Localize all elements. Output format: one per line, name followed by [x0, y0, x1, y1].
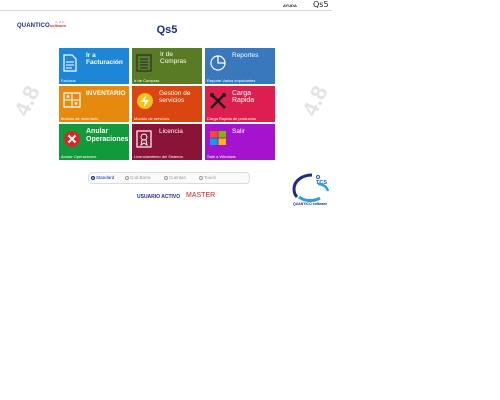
quantico-logo-text: QUANTICO software: [293, 202, 328, 206]
app-code-label: Qs5: [313, 0, 329, 9]
tile-caption: Ir de Compras: [134, 78, 160, 83]
tile-title: INVENTARIO: [86, 90, 126, 97]
mode-selector: Standard Cod.Barra Cuentas Touch TCS: [88, 172, 327, 186]
tile-facturacion[interactable]: Ir a Facturación Facturar: [59, 48, 129, 84]
document-icon: [63, 54, 77, 72]
tile-carga-rapida[interactable]: Carga Rapida Carga Rapida de productos: [205, 86, 275, 122]
brand-version: 4 - 8.6: [55, 20, 64, 24]
tile-compras[interactable]: Ir de Compras Ir de Compras: [132, 48, 202, 84]
tile-caption: Anular Operaciones: [61, 154, 97, 159]
active-user-label: USUARIO ACTIVO: [137, 194, 181, 200]
tile-anular[interactable]: Anular Operaciones Anular Operaciones: [59, 124, 129, 160]
watermark-left: 4.8: [9, 81, 45, 120]
mode-option-touch[interactable]: Touch: [199, 175, 216, 180]
tile-licencia[interactable]: Licencia Licenciamiento del Sistema: [132, 124, 202, 160]
radio-icon: [164, 175, 168, 180]
tile-servicios[interactable]: Gestion de servicios Modulo de servicios: [132, 86, 202, 122]
tile-title: Carga Rapida: [232, 90, 255, 104]
tile-caption: Reporte Varios importantes: [207, 78, 256, 83]
topbar-divider: [0, 10, 332, 11]
radio-icon: [91, 175, 95, 180]
tile-caption: Modulo de Inventario: [61, 116, 99, 121]
tile-caption: Modulo de servicios: [134, 116, 170, 121]
tools-icon: [210, 93, 226, 109]
mode-option-codbarra[interactable]: Cod.Barra: [125, 175, 151, 180]
tile-title: Gestion de servicios: [159, 90, 191, 104]
mode-option-cuentas[interactable]: Cuentas: [164, 175, 186, 180]
tile-caption: Salir a Windows: [207, 154, 236, 159]
brand-name: QUANTICO: [17, 23, 50, 29]
quantico-swirl-icon: [292, 173, 330, 202]
watermark-right: 4.8: [297, 81, 333, 120]
tile-title: Ir a Facturación: [86, 52, 123, 66]
radio-icon: [125, 175, 129, 180]
list-icon: [136, 54, 152, 72]
tile-title: Licencia: [159, 128, 183, 135]
tile-title: Ir de Compras: [160, 51, 187, 65]
windows-icon: [210, 131, 226, 145]
tile-inventario[interactable]: INVENTARIO Modulo de Inventario: [59, 86, 129, 122]
tile-title: Salir: [232, 128, 246, 135]
certificate-icon: [136, 130, 152, 148]
active-user-value: MASTER: [186, 192, 216, 199]
page-title: Qs5: [156, 24, 178, 36]
inventory-icon: [63, 92, 81, 108]
pie-chart-icon: [210, 55, 226, 71]
tile-title: Anular Operaciones: [86, 128, 129, 143]
cancel-icon: [64, 131, 80, 147]
radio-icon: [199, 175, 203, 180]
lightning-icon: [137, 93, 153, 109]
tile-title: Reportes: [232, 52, 259, 59]
help-link[interactable]: AYUDA: [283, 3, 297, 8]
mode-option-standard[interactable]: Standard: [91, 175, 114, 180]
tile-caption: Carga Rapida de productos: [207, 116, 256, 121]
tile-caption: Facturar: [61, 78, 76, 83]
tile-reportes[interactable]: Reportes Reporte Varios importantes: [205, 48, 275, 84]
tile-caption: Licenciamiento del Sistema: [134, 154, 183, 159]
tile-salir[interactable]: Salir Salir a Windows: [205, 124, 275, 160]
